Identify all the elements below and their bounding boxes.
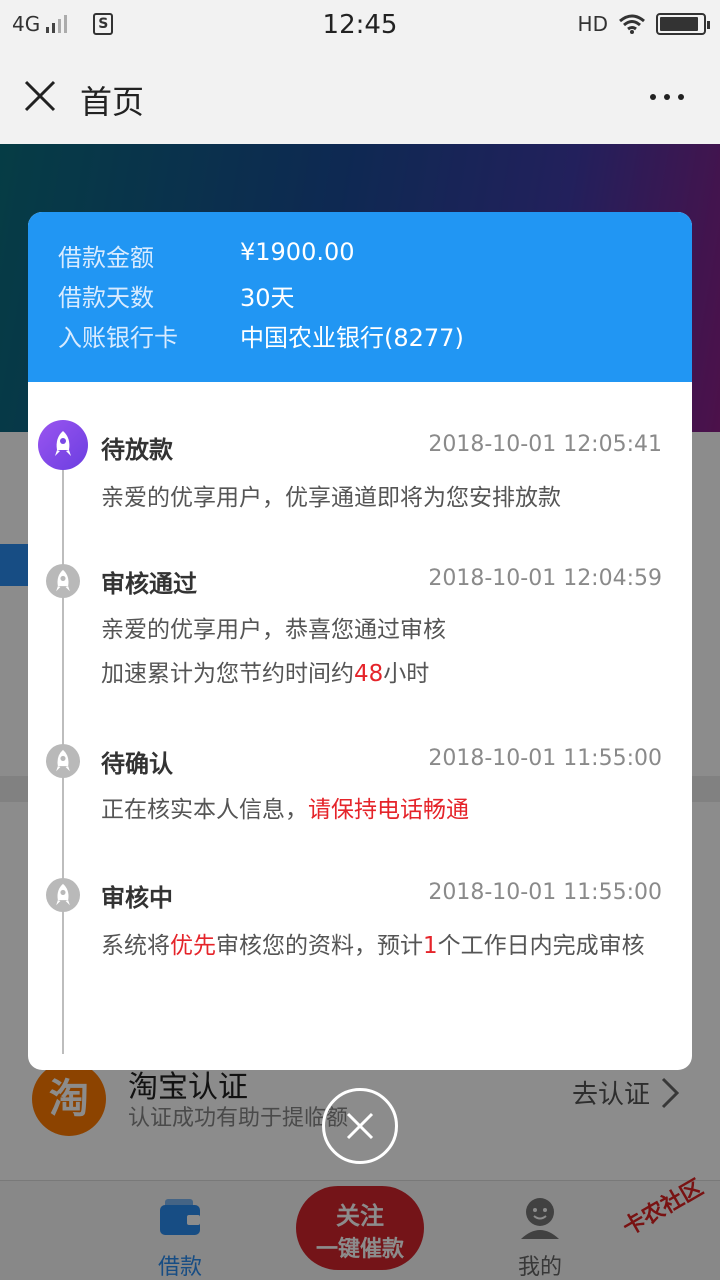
desc-text: 个工作日内完成审核 [437,933,645,959]
close-circle-icon[interactable] [322,1088,398,1164]
desc-highlight: 请保持电话畅通 [308,797,469,823]
hd-indicator: HD [577,12,608,36]
close-icon[interactable] [22,76,58,116]
timeline-desc: 亲爱的优享用户，优享通道即将为您安排放款 [101,485,561,511]
loan-status-modal: 借款金额 ¥1900.00 借款天数 30天 入账银行卡 中国农业银行(8277… [28,212,692,1070]
desc-text: 审核您的资料，预计 [216,933,423,959]
loan-info-header: 借款金额 ¥1900.00 借款天数 30天 入账银行卡 中国农业银行(8277… [28,212,692,382]
bank-card-label: 入账银行卡 [58,324,178,352]
rocket-icon [38,420,88,470]
battery-icon [656,13,710,35]
desc-highlight: 优先 [170,933,216,959]
timeline-status: 审核中 [101,884,173,912]
timeline-time: 2018-10-01 12:05:41 [428,432,662,457]
battery-fill [660,17,698,31]
bank-card-value: 中国农业银行(8277) [240,324,464,352]
desc-highlight: 48 [354,661,384,687]
rocket-icon [46,744,80,778]
more-dots-icon[interactable] [650,94,684,100]
rocket-icon [46,564,80,598]
status-bar: 4G S 12:45 HD [0,0,720,50]
loan-days-value: 30天 [240,284,295,312]
timeline-status: 待确认 [101,750,173,778]
desc-text: 小时 [383,661,430,687]
timeline-time: 2018-10-01 11:55:00 [428,746,662,771]
desc-text: 系统将 [101,933,170,959]
timeline-desc: 正在核实本人信息，请保持电话畅通 [101,788,661,832]
timeline-time: 2018-10-01 12:04:59 [428,566,662,591]
desc-text: 正在核实本人信息， [101,797,308,823]
timeline-status: 审核通过 [101,570,197,598]
loan-days-label: 借款天数 [58,284,154,312]
navbar: 首页 [0,50,720,144]
timeline-time: 2018-10-01 11:55:00 [428,880,662,905]
loan-amount-value: ¥1900.00 [240,238,355,266]
timeline-desc-line: 亲爱的优享用户，恭喜您通过审核 [101,617,446,643]
desc-highlight: 1 [423,933,438,959]
page-title: 首页 [80,83,145,121]
wifi-icon [619,14,645,34]
loan-amount-label: 借款金额 [58,244,154,272]
rocket-icon [46,878,80,912]
timeline-desc-line: 加速累计为您节约时间约48小时 [101,652,661,696]
timeline-desc: 亲爱的优享用户，恭喜您通过审核 加速累计为您节约时间约48小时 [101,608,661,696]
status-right: HD [577,12,710,36]
desc-text: 加速累计为您节约时间约 [101,661,354,687]
timeline-status: 待放款 [101,436,173,464]
timeline-desc: 系统将优先审核您的资料，预计1个工作日内完成审核 [101,924,661,968]
